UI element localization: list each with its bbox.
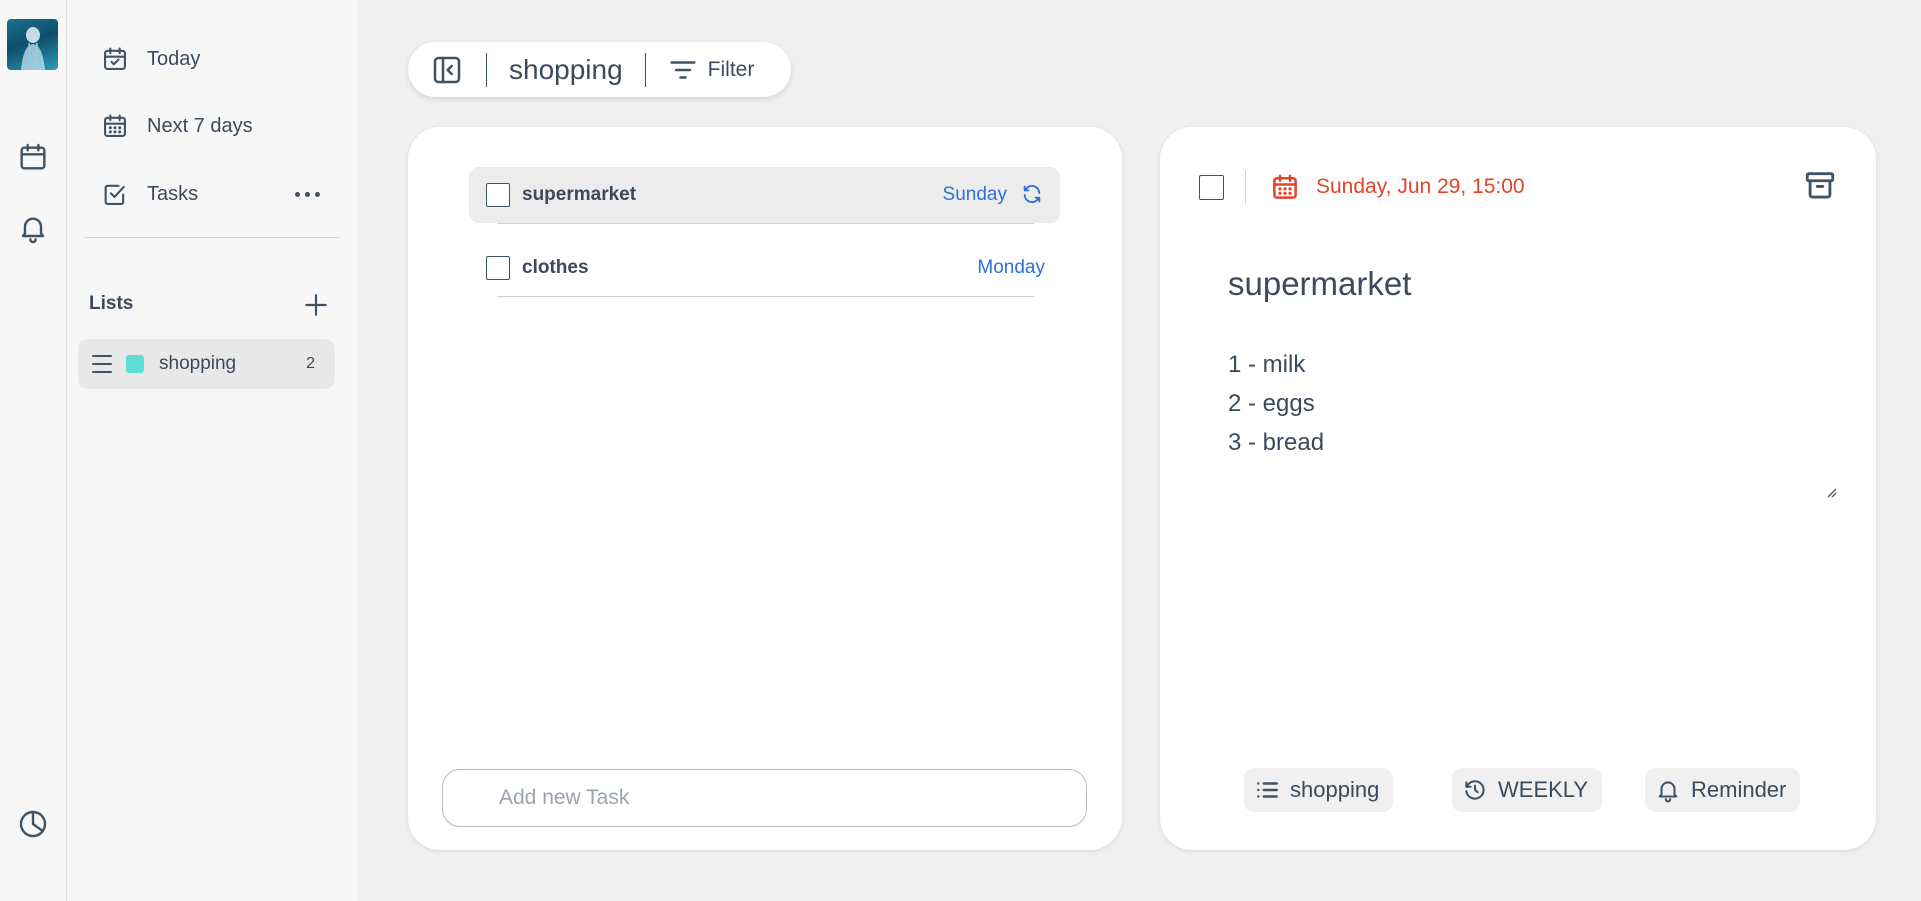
- task-row-clothes[interactable]: clothes Monday: [469, 240, 1060, 297]
- repeat-icon: [1021, 183, 1045, 207]
- toggle-sidebar-icon[interactable]: [430, 53, 464, 87]
- due-date-label: Sunday, Jun 29, 15:00: [1316, 175, 1525, 198]
- calendar-icon: [1273, 174, 1297, 199]
- calendar-check-icon: [104, 47, 126, 70]
- stats-icon[interactable]: [16, 807, 50, 841]
- task-due-date[interactable]: Sunday: [943, 184, 1007, 206]
- detail-divider: [1245, 170, 1246, 204]
- bell-icon: [1658, 781, 1678, 803]
- list-color-swatch: [126, 355, 144, 373]
- drag-handle-icon[interactable]: [92, 355, 112, 373]
- task-title: supermarket: [522, 184, 637, 205]
- nav-tasks-label: Tasks: [147, 182, 199, 205]
- user-avatar[interactable]: [7, 19, 58, 70]
- toolbar-divider: [486, 52, 487, 87]
- filter-label: Filter: [707, 57, 755, 81]
- task-title-field[interactable]: supermarket: [1228, 265, 1788, 303]
- note-line: 3 - bread: [1228, 429, 1325, 456]
- checkbox-icon: [104, 184, 125, 205]
- row-divider: [497, 296, 1034, 297]
- nav-today[interactable]: Today: [101, 39, 200, 79]
- repeat-chip[interactable]: WEEKLY: [1452, 768, 1603, 812]
- task-list-panel: supermarket Sunday clothes Monday: [408, 127, 1122, 850]
- lists-heading: Lists: [89, 293, 134, 314]
- list-count-badge: 2: [306, 355, 315, 372]
- filter-button[interactable]: Filter: [668, 55, 755, 85]
- add-task-input[interactable]: [442, 769, 1087, 827]
- resize-handle-icon[interactable]: [1825, 485, 1837, 498]
- nav-tasks[interactable]: Tasks: [101, 174, 198, 214]
- bell-icon[interactable]: [16, 211, 50, 245]
- sidebar: Today Next 7 days Tasks Lists shopping 2: [67, 0, 357, 901]
- add-list-icon[interactable]: [301, 290, 331, 320]
- calendar-grid-icon: [104, 114, 126, 137]
- nav-today-label: Today: [147, 47, 201, 70]
- toolbar-divider: [644, 52, 646, 87]
- task-row-supermarket[interactable]: supermarket Sunday: [469, 167, 1060, 224]
- calendar-icon[interactable]: [16, 140, 50, 174]
- archive-icon[interactable]: [1803, 168, 1839, 204]
- filter-icon: [670, 60, 696, 79]
- nav-next-7-days[interactable]: Next 7 days: [101, 106, 253, 146]
- detail-complete-checkbox[interactable]: [1199, 174, 1224, 200]
- sidebar-divider: [84, 237, 340, 238]
- note-line: 2 - eggs: [1228, 390, 1315, 417]
- task-detail-panel: Sunday, Jun 29, 15:00 supermarket 1 - mi…: [1160, 127, 1876, 850]
- list-chip[interactable]: shopping: [1244, 768, 1394, 812]
- list-toolbar: shopping Filter: [408, 42, 791, 97]
- repeat-timer-icon: [1465, 780, 1485, 800]
- list-chip-label: shopping: [1290, 777, 1380, 802]
- row-divider: [497, 223, 1034, 224]
- task-checkbox[interactable]: [486, 183, 510, 207]
- task-due-date[interactable]: Monday: [977, 257, 1045, 279]
- reminder-chip-label: Reminder: [1691, 777, 1787, 802]
- icon-rail: [0, 0, 67, 901]
- task-checkbox[interactable]: [486, 256, 510, 280]
- nav-next-7-days-label: Next 7 days: [147, 114, 253, 137]
- due-date-button[interactable]: Sunday, Jun 29, 15:00: [1270, 172, 1525, 202]
- task-title: clothes: [522, 257, 589, 278]
- more-options-icon[interactable]: [287, 180, 327, 208]
- list-icon: [1257, 782, 1278, 798]
- detail-header: Sunday, Jun 29, 15:00: [1199, 167, 1839, 207]
- reminder-chip[interactable]: Reminder: [1645, 768, 1801, 812]
- repeat-chip-label: WEEKLY: [1498, 777, 1589, 802]
- task-notes-field[interactable]: 1 - milk 2 - eggs 3 - bread: [1228, 345, 1840, 495]
- note-line: 1 - milk: [1228, 351, 1306, 378]
- list-name: shopping: [159, 353, 237, 374]
- sidebar-list-shopping[interactable]: shopping 2: [78, 339, 335, 389]
- page-title: shopping: [509, 53, 623, 85]
